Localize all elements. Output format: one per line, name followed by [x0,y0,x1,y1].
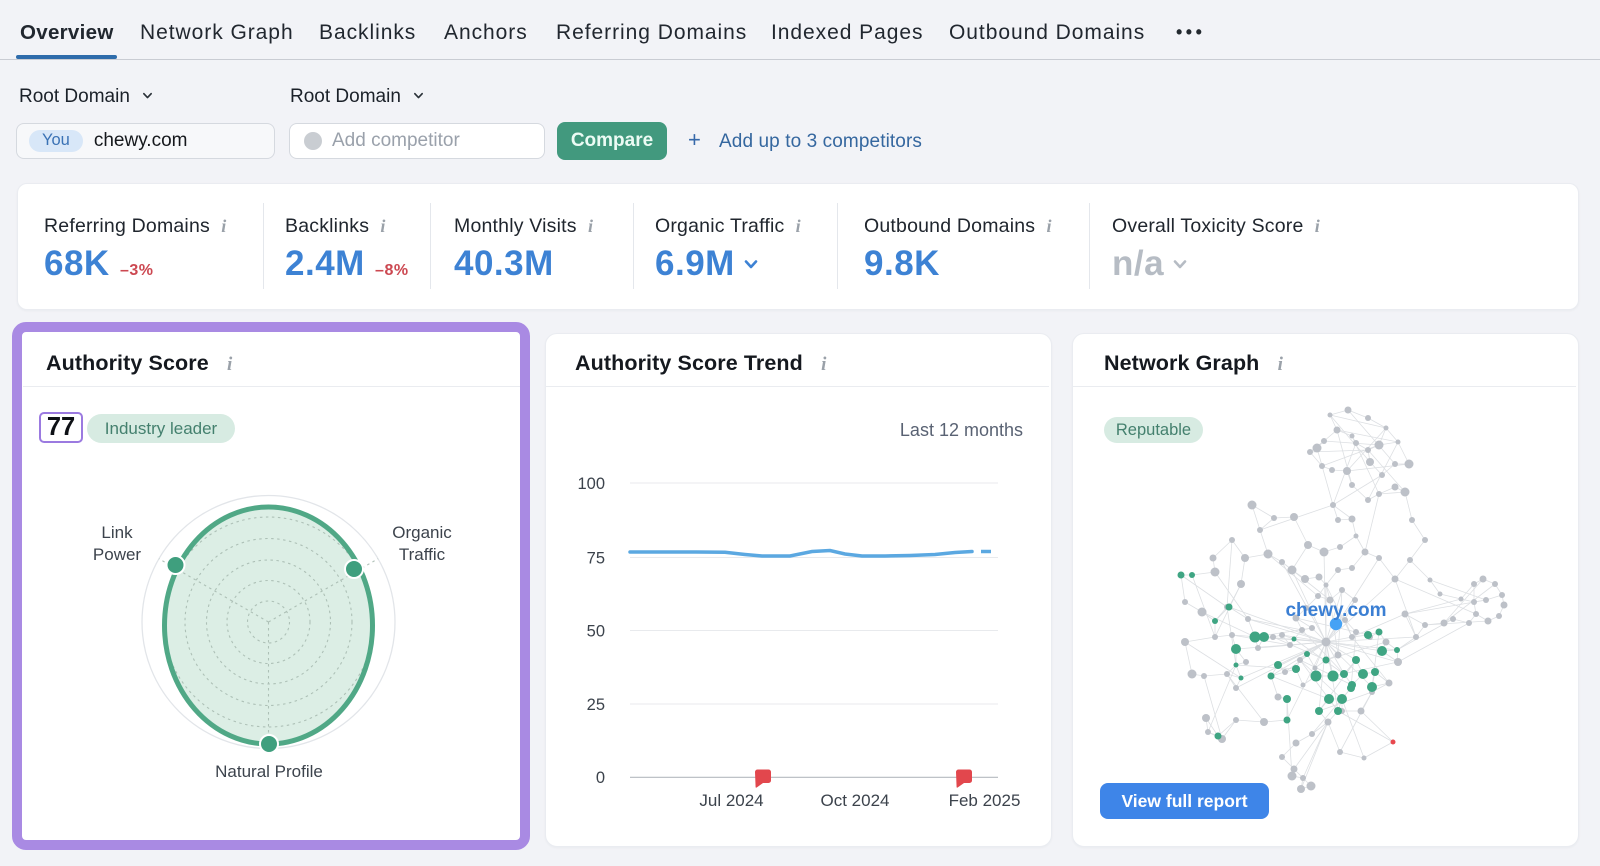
svg-text:Feb 2025: Feb 2025 [949,791,1021,810]
svg-text:25: 25 [587,696,605,714]
svg-text:50: 50 [587,623,605,641]
svg-text:Oct 2024: Oct 2024 [821,791,890,810]
svg-text:Jul 2024: Jul 2024 [699,791,763,810]
svg-text:100: 100 [577,475,605,493]
svg-text:0: 0 [596,769,605,787]
svg-text:75: 75 [587,550,605,568]
